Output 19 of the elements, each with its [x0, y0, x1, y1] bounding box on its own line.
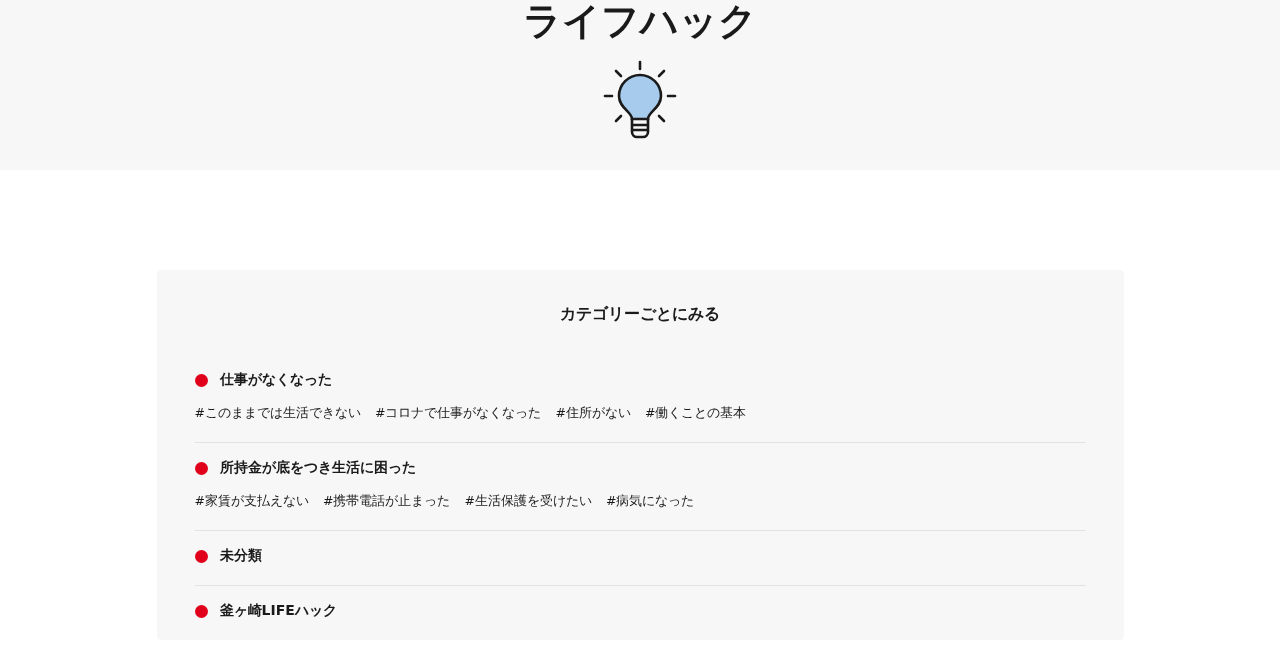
tag-link[interactable]: #働くことの基本: [644, 405, 747, 422]
tag-link[interactable]: #生活保護を受けたい: [464, 493, 592, 510]
tag-link[interactable]: #住所がない: [555, 405, 631, 422]
tag-link[interactable]: #このままでは生活できない: [194, 405, 361, 422]
category-link[interactable]: 所持金が底をつき生活に困った: [219, 459, 416, 477]
section-heading: カテゴリーごとにみる: [559, 304, 721, 325]
bullet-icon: [194, 373, 208, 387]
category-link[interactable]: 釜ヶ崎LIFEハック: [219, 602, 337, 620]
bullet-icon: [194, 604, 208, 618]
lightbulb-icon: [603, 60, 677, 140]
category-link[interactable]: 仕事がなくなった: [219, 371, 332, 389]
bullet-icon: [194, 549, 208, 563]
tag-link[interactable]: #家賃が支払えない: [194, 493, 309, 510]
tag-link[interactable]: #携帯電話が止まった: [323, 493, 451, 510]
bullet-icon: [194, 461, 208, 475]
tag-link[interactable]: #コロナで仕事がなくなった: [375, 405, 542, 422]
category-link[interactable]: 未分類: [219, 547, 262, 565]
tag-link[interactable]: #病気になった: [605, 493, 695, 510]
page-title: ライフハック: [523, 0, 757, 42]
